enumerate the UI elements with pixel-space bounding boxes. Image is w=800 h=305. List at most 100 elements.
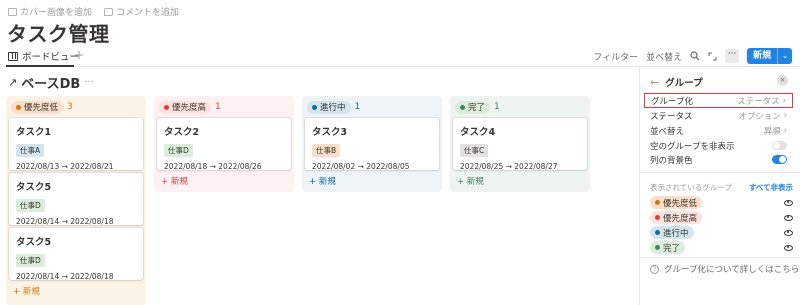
group-visibility-row: 優先度低 [650, 196, 793, 209]
group-label: 進行中 [663, 228, 689, 239]
group-label: 優先度高 [172, 103, 207, 113]
group-label: 完了 [663, 243, 681, 254]
tab-board-view[interactable]: ボードビュー [8, 49, 79, 63]
chevron-down-icon[interactable]: ⌄ [777, 48, 792, 64]
group-pill: 完了 [650, 241, 686, 254]
board-column-in-progress: 進行中 1 タスク3 仕事B 2022/08/02 → 2022/08/05 +… [302, 96, 442, 192]
status-dot-icon [16, 104, 21, 110]
help-icon: ? [650, 264, 659, 274]
link-arrow-icon: ↗ [8, 76, 18, 89]
help-link-label: グループ化について詳しくはこちら [664, 265, 800, 275]
add-cover-link[interactable]: カバー画像を追加 [8, 5, 92, 18]
board-column-high-priority: 優先度高 1 タスク2 仕事D 2022/08/18 → 2022/08/26 … [154, 96, 294, 192]
group-pill: 優先度低 [11, 100, 64, 114]
chevron-right-icon: › [783, 110, 787, 121]
add-card-button[interactable]: + 新規 [305, 170, 439, 192]
group-label: 優先度低 [24, 103, 59, 113]
board-card[interactable]: タスク4 仕事C 2022/08/25 → 2022/08/27 [453, 118, 587, 171]
board-card[interactable]: タスク3 仕事B 2022/08/02 → 2022/08/05 [305, 118, 439, 171]
search-icon[interactable] [690, 51, 700, 61]
sort-button[interactable]: 並べ替え [646, 50, 682, 63]
eye-icon[interactable] [784, 199, 793, 206]
card-tag: 仕事D [16, 199, 45, 212]
status-option-row[interactable]: ステータス オプション › [644, 108, 793, 123]
database-title-text: ベースDB [21, 77, 81, 92]
more-options-button[interactable]: ··· [725, 49, 740, 63]
group-by-value-text: ステータス [737, 96, 780, 107]
status-dot-icon [655, 245, 660, 250]
add-card-button[interactable]: + 新規 [157, 170, 291, 192]
card-title: タスク1 [16, 127, 52, 138]
eye-icon[interactable] [784, 214, 793, 221]
add-card-button[interactable]: + 新規 [9, 280, 143, 302]
group-pill: 優先度高 [650, 211, 703, 224]
page-title[interactable]: タスク管理 [7, 18, 110, 47]
group-visibility-row: 優先度高 [650, 211, 793, 224]
hide-all-button[interactable]: すべて非表示 [749, 182, 793, 193]
board-card[interactable]: タスク1 仕事A 2022/08/13 → 2022/08/21 [9, 118, 143, 171]
view-toolbar: フィルター 並べ替え ··· 新規 ⌄ [593, 48, 792, 64]
group-by-label: グループ化 [651, 96, 693, 107]
database-more-icon[interactable]: ··· [84, 77, 94, 88]
expand-icon[interactable] [708, 51, 717, 61]
status-option-value: オプション › [738, 110, 787, 122]
add-card-button[interactable]: + 新規 [453, 170, 587, 192]
view-bar: ボードビュー + フィルター 並べ替え ··· 新規 ⌄ [0, 47, 800, 67]
close-icon[interactable]: × [777, 75, 788, 86]
database-title[interactable]: ↗ ベースDB ··· [8, 73, 94, 92]
column-header[interactable]: 優先度低 3 [9, 99, 143, 115]
column-header[interactable]: 優先度高 1 [157, 99, 291, 115]
column-header[interactable]: 進行中 1 [305, 99, 439, 115]
card-date: 2022/08/14 → 2022/08/18 [16, 217, 114, 226]
eye-icon[interactable] [784, 244, 793, 251]
group-count: 1 [215, 102, 221, 112]
status-dot-icon [312, 104, 317, 110]
visible-groups-label: 表示されているグループ [650, 183, 732, 192]
card-tag: 仕事D [16, 254, 45, 267]
board-icon [8, 51, 18, 61]
status-dot-icon [164, 104, 169, 110]
panel-divider [640, 172, 800, 173]
column-background-row: 列の背景色 [644, 152, 793, 167]
group-pill: 進行中 [307, 100, 351, 114]
add-cover-label: カバー画像を追加 [20, 8, 93, 18]
page-header-links: カバー画像を追加 コメントを追加 [8, 5, 179, 18]
group-by-value: ステータス › [737, 95, 786, 107]
card-tag: 仕事B [312, 144, 341, 157]
card-tag: 仕事A [16, 144, 45, 157]
group-count: 3 [67, 102, 73, 112]
panel-title: グループ [665, 78, 703, 89]
board-card[interactable]: タスク5 仕事D 2022/08/14 → 2022/08/18 [9, 228, 143, 281]
column-header[interactable]: 完了 1 [453, 99, 587, 115]
group-label: 優先度高 [663, 213, 698, 224]
status-dot-icon [460, 104, 465, 110]
sort-row[interactable]: 並べ替え 昇順 › [644, 123, 793, 138]
eye-icon[interactable] [784, 229, 793, 236]
status-dot-icon [655, 200, 660, 205]
group-label: 進行中 [320, 103, 346, 113]
new-button[interactable]: 新規 ⌄ [747, 48, 792, 64]
back-arrow-icon[interactable]: ← [650, 76, 659, 89]
board-card[interactable]: タスク2 仕事D 2022/08/18 → 2022/08/26 [157, 118, 291, 171]
panel-header: ← グループ [650, 75, 703, 90]
hide-empty-groups-toggle[interactable] [772, 141, 787, 150]
filter-button[interactable]: フィルター [593, 50, 638, 63]
card-title: タスク5 [16, 237, 52, 248]
group-pill: 進行中 [650, 226, 694, 239]
board-card[interactable]: タスク5 仕事D 2022/08/14 → 2022/08/18 [9, 173, 143, 226]
group-label: 優先度低 [663, 198, 698, 209]
add-comment-link[interactable]: コメントを追加 [104, 5, 179, 18]
group-pill: 完了 [455, 100, 491, 114]
group-count: 1 [354, 102, 361, 112]
card-date: 2022/08/13 → 2022/08/21 [16, 162, 114, 171]
help-link[interactable]: ? グループ化について詳しくはこちら [650, 263, 799, 275]
group-count: 1 [494, 102, 500, 112]
card-tag: 仕事C [460, 144, 489, 157]
group-by-row[interactable]: グループ化 ステータス › [644, 93, 793, 108]
column-background-toggle[interactable] [772, 155, 787, 164]
status-option-label: ステータス [650, 111, 693, 122]
group-pill: 優先度高 [159, 100, 212, 114]
add-view-button[interactable]: + [74, 48, 84, 62]
status-option-value-text: オプション [738, 111, 781, 122]
group-visibility-row: 進行中 [650, 226, 793, 239]
